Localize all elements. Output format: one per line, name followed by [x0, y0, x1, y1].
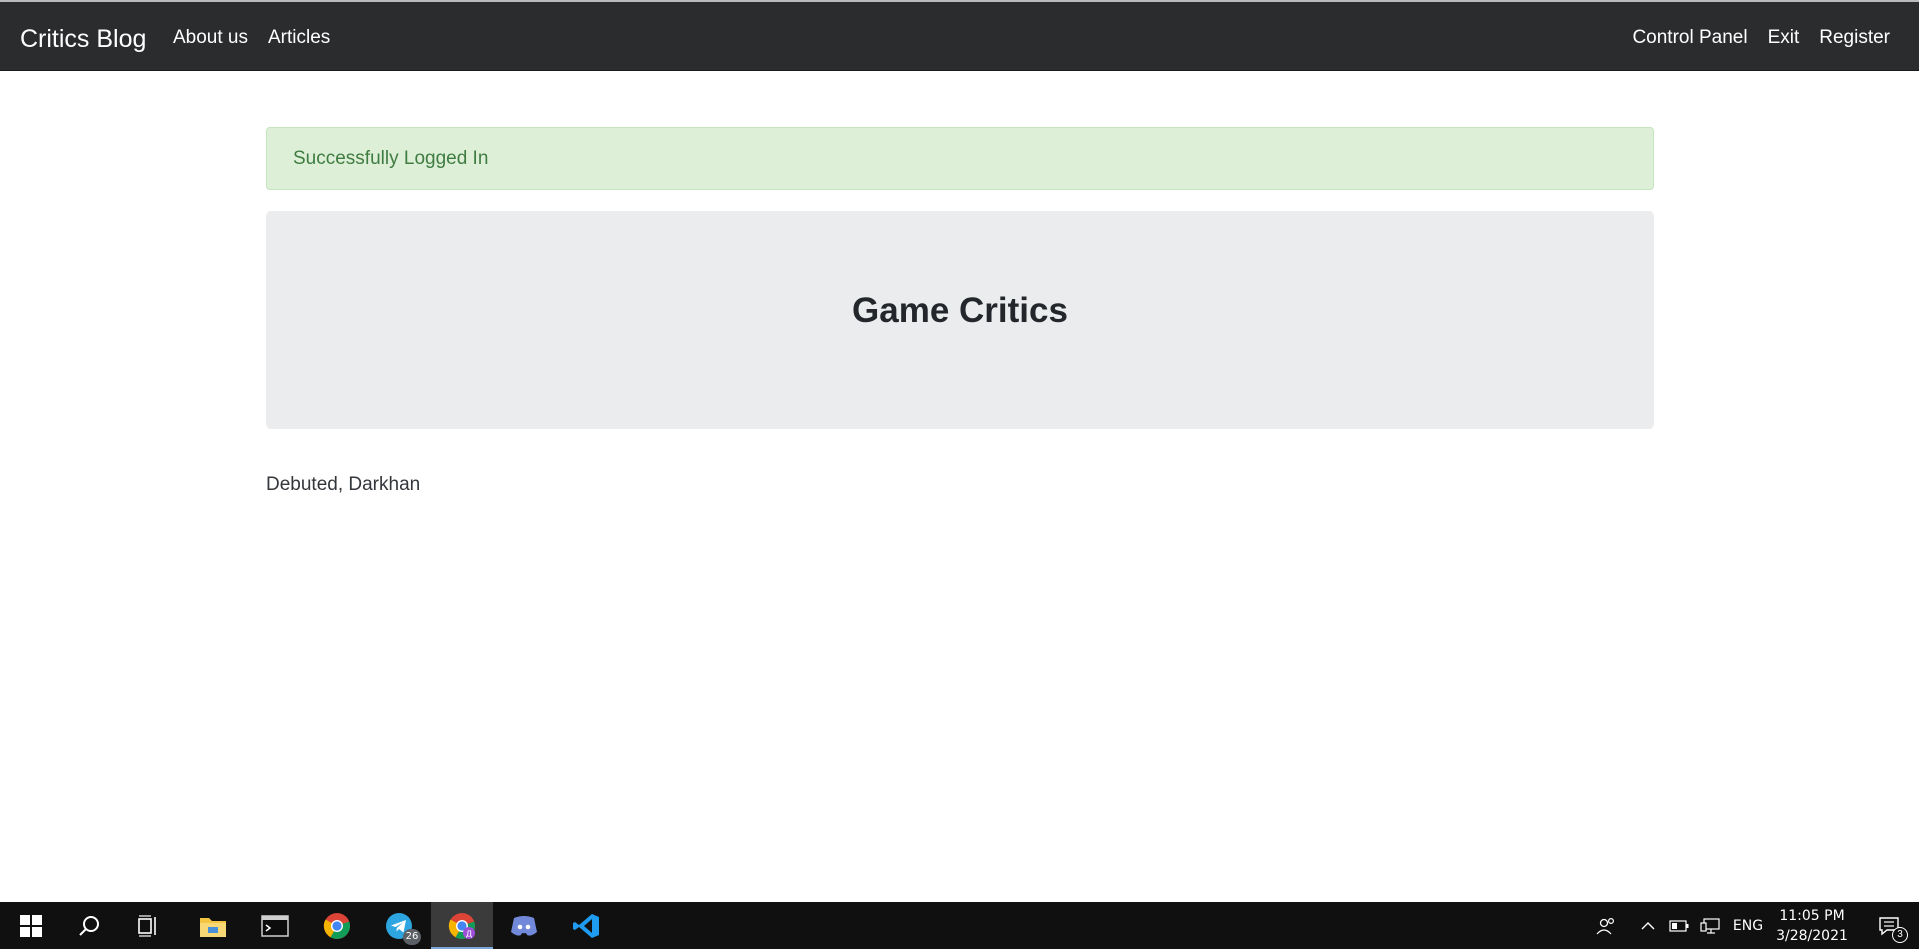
terminal-icon[interactable]: [244, 902, 306, 949]
page-title: Game Critics: [852, 291, 1068, 330]
clock-time: 11:05 PM: [1779, 907, 1845, 924]
people-icon[interactable]: [1592, 902, 1620, 949]
jumbotron: Game Critics: [266, 211, 1654, 429]
notifications-count-badge: 3: [1892, 927, 1908, 943]
network-icon[interactable]: [1697, 902, 1723, 949]
search-icon[interactable]: [58, 902, 120, 949]
top-navbar: Critics Blog About us Articles Control P…: [0, 2, 1919, 71]
nav-link-exit[interactable]: Exit: [1758, 26, 1810, 50]
windows-start-icon[interactable]: [0, 902, 62, 949]
file-explorer-icon[interactable]: [182, 902, 244, 949]
battery-icon[interactable]: [1666, 902, 1692, 949]
svg-text:Д: Д: [466, 929, 472, 938]
language-indicator[interactable]: ENG: [1730, 902, 1766, 949]
footer-text: Debuted, Darkhan: [266, 474, 421, 495]
nav-right: Control Panel Exit Register: [1622, 26, 1890, 50]
task-view-icon[interactable]: [118, 902, 180, 949]
nav-link-control-panel[interactable]: Control Panel: [1622, 26, 1757, 50]
page: Critics Blog About us Articles Control P…: [0, 0, 1919, 949]
telegram-icon[interactable]: 26: [368, 902, 430, 949]
nav-left: About us Articles: [173, 26, 340, 50]
windows-taskbar: 26 Д ENG 11:05 PM 3/28/2021 3: [0, 902, 1919, 949]
telegram-unread-badge: 26: [403, 929, 421, 945]
success-alert: Successfully Logged In: [266, 127, 1654, 190]
brand-link[interactable]: Critics Blog: [20, 24, 146, 54]
nav-link-about-us[interactable]: About us: [173, 26, 258, 50]
chrome-icon[interactable]: [306, 902, 368, 949]
discord-icon[interactable]: [493, 902, 555, 949]
chrome-profile-icon[interactable]: Д: [431, 902, 493, 949]
nav-link-register[interactable]: Register: [1809, 26, 1890, 50]
vscode-icon[interactable]: [555, 902, 617, 949]
chevron-up-icon[interactable]: [1636, 902, 1660, 949]
nav-link-articles[interactable]: Articles: [258, 26, 340, 50]
clock-date: 3/28/2021: [1776, 927, 1848, 944]
main-container: Successfully Logged In Game Critics Debu…: [266, 127, 1654, 497]
notifications-icon[interactable]: 3: [1866, 902, 1912, 949]
clock[interactable]: 11:05 PM 3/28/2021: [1772, 902, 1852, 949]
